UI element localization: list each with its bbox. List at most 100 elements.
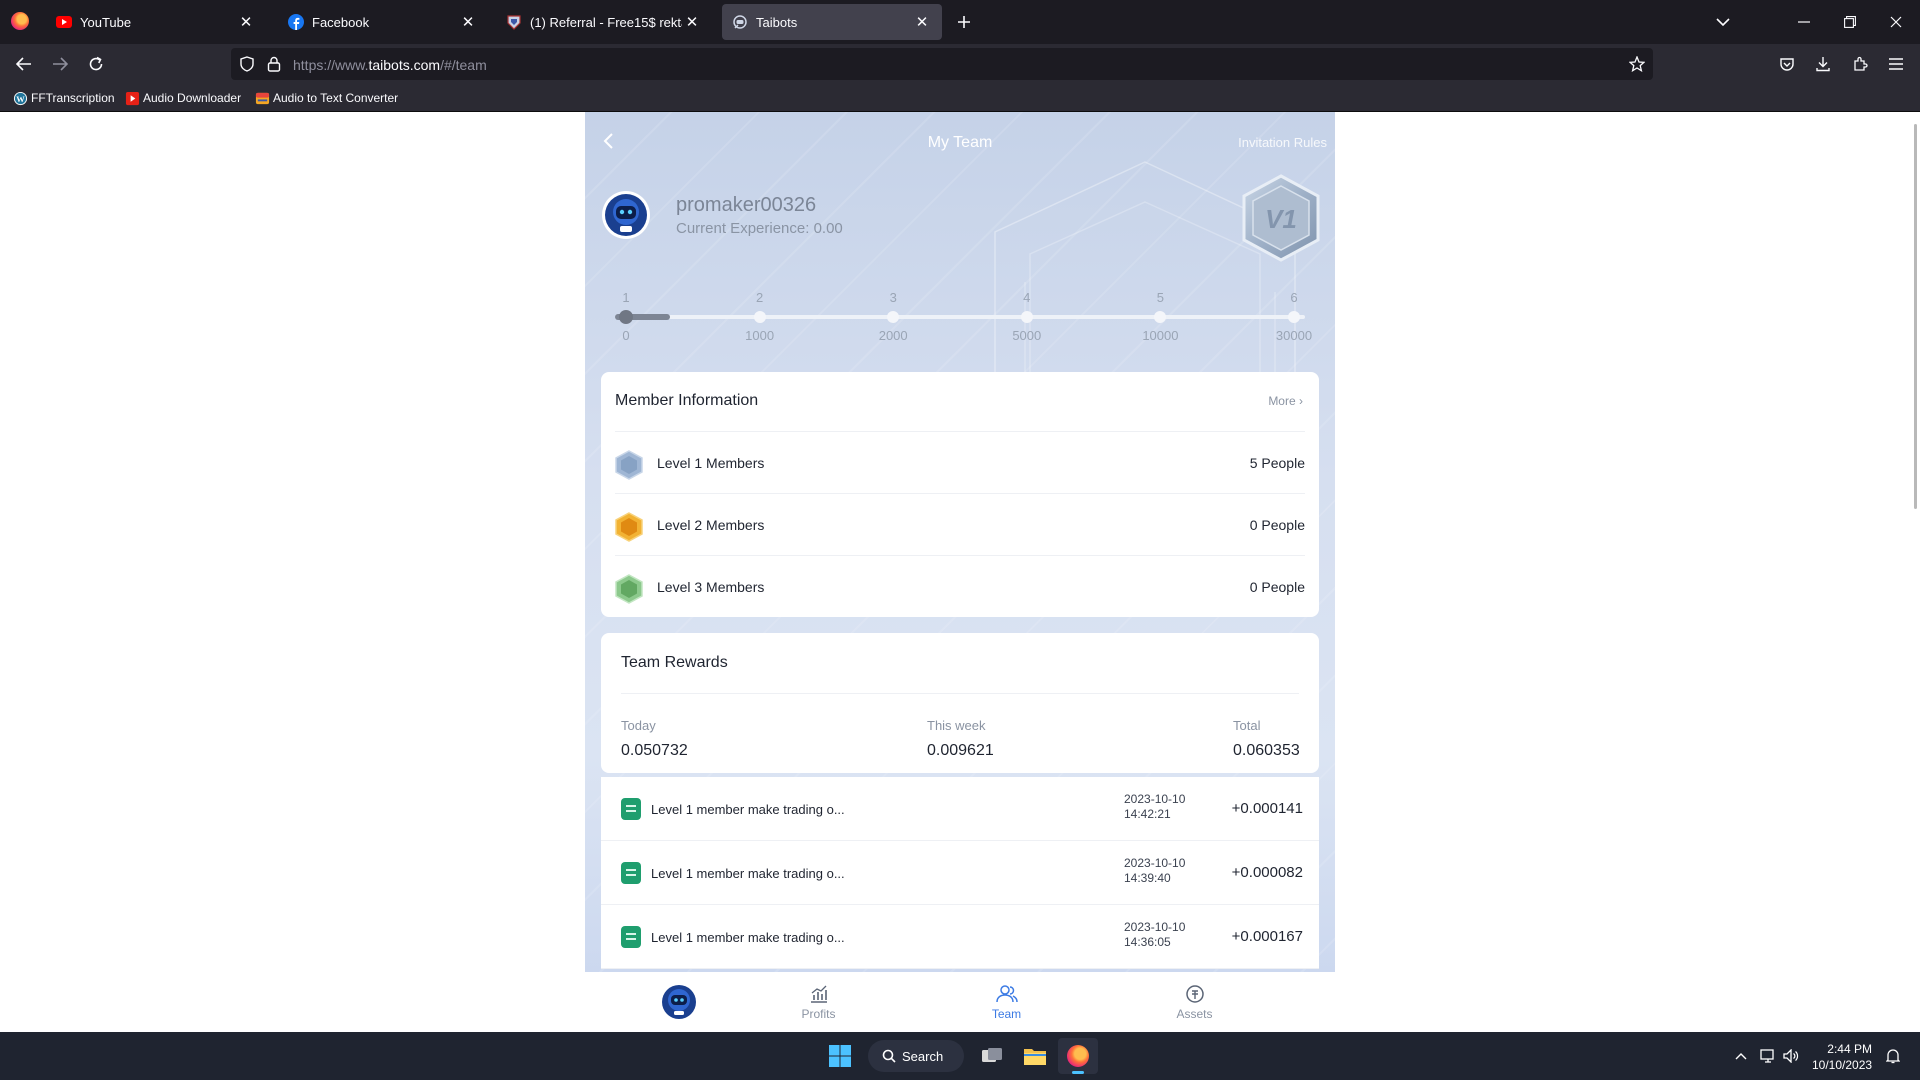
record-description: Level 1 member make trading o...: [651, 866, 845, 881]
bookmark-fftranscription[interactable]: W FFTranscription: [12, 90, 115, 106]
close-icon[interactable]: ✕: [236, 12, 256, 32]
reward-today-value: 0.050732: [621, 742, 688, 759]
team-rewards-title: Team Rewards: [621, 654, 728, 671]
team-rewards-card: Team Rewards Today 0.050732 This week 0.…: [601, 633, 1319, 773]
record-timestamp: 2023-10-10 14:39:40: [1124, 856, 1204, 886]
windows-taskbar: Search 2:44 PM 10/10/2023: [0, 1032, 1920, 1080]
record-description: Level 1 member make trading o...: [651, 802, 845, 817]
level-number: 6: [1290, 290, 1298, 305]
url-path: /#/team: [440, 57, 487, 73]
reward-this-week: This week 0.009621: [927, 718, 994, 760]
shield-icon[interactable]: [239, 56, 255, 72]
record-date: 2023-10-10: [1124, 856, 1186, 870]
invitation-rules-link[interactable]: Invitation Rules: [1238, 135, 1327, 150]
nav-label: Profits: [801, 1007, 836, 1021]
chevron-up-icon[interactable]: [1733, 1048, 1749, 1064]
lock-icon[interactable]: [267, 56, 281, 72]
bookmarks-toolbar: W FFTranscription Audio Downloader Audio…: [0, 84, 1920, 112]
nav-label: Assets: [1176, 1007, 1213, 1021]
reward-week-label: This week: [927, 718, 986, 733]
extensions-icon[interactable]: [1848, 52, 1872, 76]
url-text[interactable]: https://www.taibots.com/#/team: [293, 57, 487, 73]
tab-facebook[interactable]: Facebook ✕: [278, 4, 488, 40]
file-explorer-icon[interactable]: [1015, 1038, 1055, 1074]
bookmark-label: Audio to Text Converter: [273, 91, 399, 105]
wordpress-icon: W: [12, 90, 28, 106]
network-icon[interactable]: [1760, 1048, 1776, 1064]
level-1-hexagon-icon: [615, 450, 643, 480]
pocket-icon[interactable]: [1775, 52, 1799, 76]
new-tab-button[interactable]: [952, 10, 976, 34]
url-host: taibots.com: [368, 57, 441, 73]
reward-total: Total 0.060353: [1233, 718, 1300, 760]
record-time: 14:42:21: [1124, 807, 1171, 821]
nav-assets[interactable]: Assets: [1101, 972, 1288, 1032]
level-3-hexagon-icon: [615, 574, 643, 604]
level-number: 3: [889, 290, 897, 305]
bottom-navigation: Profits Team Assets: [585, 972, 1335, 1032]
page-scrollbar[interactable]: [1914, 124, 1917, 509]
menu-hamburger-icon[interactable]: [1884, 52, 1908, 76]
notification-bell-icon[interactable]: [1885, 1048, 1901, 1064]
close-icon[interactable]: ✕: [682, 12, 702, 32]
bookmark-label: FFTranscription: [31, 91, 115, 105]
tab-title: Taibots: [756, 14, 798, 30]
bookmark-star-icon[interactable]: [1628, 55, 1646, 73]
level-experience-threshold: 1000: [745, 328, 775, 343]
reward-record-row[interactable]: Level 1 member make trading o... 2023-10…: [601, 777, 1319, 841]
url-prefix: https://www.: [293, 57, 369, 73]
member-row-level-3[interactable]: Level 3 Members 0 People: [615, 555, 1305, 617]
record-timestamp: 2023-10-10 14:36:05: [1124, 920, 1204, 950]
level-number: 2: [755, 290, 764, 305]
facebook-icon: [288, 14, 304, 30]
level-progress-track: [615, 315, 1305, 319]
clock-time: 2:44 PM: [1827, 1042, 1872, 1056]
firefox-taskbar-icon[interactable]: [1058, 1038, 1098, 1074]
restore-icon[interactable]: [1838, 10, 1862, 34]
firefox-logo-icon[interactable]: [11, 12, 29, 30]
member-row-level-2[interactable]: Level 2 Members 0 People: [615, 493, 1305, 555]
nav-team[interactable]: Team: [913, 972, 1100, 1032]
member-row-level-1[interactable]: Level 1 Members 5 People: [615, 431, 1305, 493]
tab-youtube[interactable]: YouTube ✕: [46, 4, 266, 40]
bookmark-label: Audio Downloader: [143, 91, 242, 105]
reward-record-row[interactable]: Level 1 member make trading o... 2023-10…: [601, 905, 1319, 969]
reload-icon[interactable]: [84, 52, 108, 76]
record-timestamp: 2023-10-10 14:42:21: [1124, 792, 1204, 822]
tab-referral[interactable]: (1) Referral - Free15$ rekta gkash ✕: [496, 4, 712, 40]
level-marker: [887, 311, 900, 323]
list-tabs-chevron-down-icon[interactable]: [1711, 10, 1735, 34]
back-arrow-icon[interactable]: [12, 52, 36, 76]
member-information-title: Member Information: [615, 392, 759, 409]
forward-arrow-icon[interactable]: [48, 52, 72, 76]
url-bar[interactable]: https://www.taibots.com/#/team: [231, 48, 1653, 80]
system-clock[interactable]: 2:44 PM 10/10/2023: [1812, 1041, 1872, 1073]
close-icon[interactable]: ✕: [458, 12, 478, 32]
vip-badge-text: V1: [1265, 204, 1297, 234]
bookmark-audio-downloader[interactable]: Audio Downloader: [124, 90, 241, 106]
task-view-icon[interactable]: [972, 1038, 1012, 1074]
more-label: More: [1268, 394, 1296, 408]
svg-text:W: W: [16, 93, 25, 103]
tab-title: YouTube: [80, 14, 132, 30]
windows-start-icon[interactable]: [820, 1038, 860, 1074]
more-link[interactable]: More ›: [1268, 394, 1303, 408]
level-marker: [753, 311, 766, 323]
close-window-icon[interactable]: [1884, 10, 1908, 34]
record-date: 2023-10-10: [1124, 792, 1186, 806]
member-count: 0 People: [1249, 579, 1305, 595]
reward-record-row[interactable]: Level 1 member make trading o... 2023-10…: [601, 841, 1319, 905]
downloads-icon[interactable]: [1811, 52, 1835, 76]
tab-title: (1) Referral - Free15$ rekta gkash: [530, 14, 682, 30]
current-experience: Current Experience: 0.00: [676, 220, 843, 237]
nav-profits[interactable]: Profits: [725, 972, 912, 1032]
speaker-icon[interactable]: [1783, 1048, 1799, 1064]
minimize-icon[interactable]: [1792, 10, 1816, 34]
tab-taibots[interactable]: Taibots ✕: [722, 4, 942, 40]
bookmark-audio-to-text[interactable]: Audio to Text Converter: [254, 90, 398, 106]
record-description: Level 1 member make trading o...: [651, 930, 845, 945]
record-document-icon: [621, 926, 641, 948]
taibots-app: My Team Invitation Rules promaker00326 C…: [585, 112, 1335, 1032]
close-icon[interactable]: ✕: [912, 12, 932, 32]
taskbar-search[interactable]: Search: [868, 1040, 964, 1072]
